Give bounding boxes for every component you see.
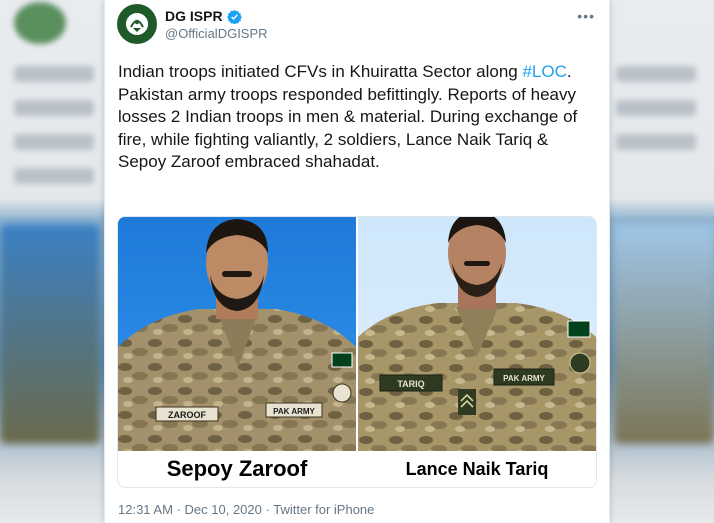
background-text-line <box>14 66 94 82</box>
name-tape-text: ZAROOF <box>168 410 206 420</box>
soldier-portrait-image: ZAROOF PAK ARMY <box>118 219 356 451</box>
army-crest-icon <box>126 13 148 35</box>
tweet-text-part: Indian troops initiated CFVs in Khuiratt… <box>118 62 523 81</box>
background-photo <box>614 224 714 444</box>
tweet-card[interactable]: DG ISPR @OfficialDGISPR ••• Indian troop… <box>104 0 610 523</box>
photo-caption-left: Sepoy Zaroof <box>166 456 308 481</box>
hashtag-link[interactable]: #LOC <box>522 62 566 81</box>
photo-caption-right: Lance Naik Tariq <box>405 458 549 479</box>
background-photo <box>0 224 100 444</box>
more-options-icon[interactable]: ••• <box>577 8 595 24</box>
tweet-date-link[interactable]: Dec 10, 2020 <box>185 502 262 517</box>
background-text-line <box>14 168 94 184</box>
soldier-photo-left[interactable]: ZAROOF PAK ARMY <box>118 217 356 451</box>
background-text-line <box>14 100 94 116</box>
unit-tape-text: PAK ARMY <box>273 407 315 416</box>
meta-separator: · <box>265 502 270 517</box>
meta-separator: · <box>176 502 181 517</box>
name-tape-text: TARIQ <box>397 379 424 389</box>
tweet-text: Indian troops initiated CFVs in Khuiratt… <box>118 61 596 174</box>
background-text-line <box>616 134 696 150</box>
background-text-line <box>616 66 696 82</box>
background-text-line <box>14 134 94 150</box>
tweet-metadata: 12:31 AM · Dec 10, 2020 · Twitter for iP… <box>118 502 374 517</box>
tweet-media[interactable]: ZAROOF PAK ARMY TARIQ PAK ARMY Sepoy Zar… <box>117 216 597 488</box>
soldier-portrait-image: TARIQ PAK ARMY <box>358 217 596 451</box>
tweet-source-link[interactable]: Twitter for iPhone <box>273 502 374 517</box>
author-handle[interactable]: @OfficialDGISPR <box>165 26 268 41</box>
author-name-row[interactable]: DG ISPR <box>165 8 242 24</box>
profile-avatar[interactable] <box>117 4 157 44</box>
verified-badge-icon <box>226 9 242 24</box>
unit-tape-text: PAK ARMY <box>503 374 545 383</box>
background-avatar <box>14 2 66 44</box>
display-name[interactable]: DG ISPR <box>165 8 223 24</box>
tweet-time-link[interactable]: 12:31 AM <box>118 502 173 517</box>
background-text-line <box>616 100 696 116</box>
soldier-photo-right[interactable]: TARIQ PAK ARMY <box>358 217 596 451</box>
